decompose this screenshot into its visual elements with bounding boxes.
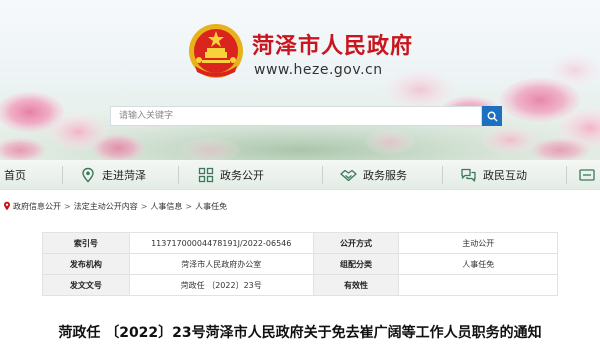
nav-item-gov-services[interactable]: 政务服务	[340, 160, 407, 190]
handshake-icon	[340, 169, 357, 182]
search-icon	[487, 111, 498, 122]
category-value: 人事任免	[398, 253, 558, 275]
main-nav: 首页 走进菏泽 政务公开 政务服务 政民互动	[0, 160, 600, 190]
breadcrumb-separator: >	[140, 201, 148, 211]
table-row: 发文文号 菏政任 〔2022〕23号 有效性	[42, 274, 558, 296]
nav-item-home[interactable]: 首页	[4, 160, 26, 190]
peony-background-image	[0, 54, 600, 160]
site-url: www.heze.gov.cn	[254, 62, 383, 78]
nav-divider	[178, 166, 179, 184]
site-title: 菏泽市人民政府	[252, 34, 414, 59]
grid-icon	[198, 167, 214, 183]
search-button[interactable]	[482, 106, 502, 126]
index-number-value: 11371700004478191J/2022-06546	[128, 232, 314, 254]
index-number-label: 索引号	[42, 232, 130, 254]
header-banner: 菏泽市人民政府 www.heze.gov.cn 请输入关键字	[0, 0, 600, 160]
nav-item-more[interactable]	[578, 160, 600, 190]
more-icon	[579, 169, 595, 181]
disclosure-method-value: 主动公开	[398, 232, 558, 254]
nav-item-citizen-interaction[interactable]: 政民互动	[460, 160, 527, 190]
document-title: 菏政任 〔2022〕23号菏泽市人民政府关于免去崔广阔等工作人员职务的通知	[58, 325, 542, 341]
validity-label: 有效性	[312, 274, 400, 296]
breadcrumb-item[interactable]: 政府信息公开	[13, 201, 61, 212]
breadcrumb-item[interactable]: 人事信息	[150, 201, 182, 212]
nav-divider	[566, 166, 567, 184]
category-label: 组配分类	[312, 253, 400, 275]
breadcrumb-item[interactable]: 法定主动公开内容	[74, 201, 138, 212]
breadcrumb: 政府信息公开 > 法定主动公开内容 > 人事信息 > 人事任免	[0, 198, 600, 214]
publisher-label: 发布机构	[42, 253, 130, 275]
document-info-table: 索引号 11371700004478191J/2022-06546 公开方式 主…	[42, 232, 558, 296]
table-row: 索引号 11371700004478191J/2022-06546 公开方式 主…	[42, 232, 558, 254]
breadcrumb-item[interactable]: 人事任免	[195, 201, 227, 212]
document-number-label: 发文文号	[42, 274, 130, 296]
disclosure-method-label: 公开方式	[312, 232, 400, 254]
breadcrumb-separator: >	[64, 201, 71, 211]
search-input[interactable]: 请输入关键字	[110, 106, 482, 126]
nav-item-about-heze[interactable]: 走进菏泽	[80, 160, 146, 190]
document-number-value: 菏政任 〔2022〕23号	[128, 274, 314, 296]
breadcrumb-separator: >	[185, 201, 193, 211]
chat-bubbles-icon	[461, 168, 476, 182]
nav-divider	[62, 166, 63, 184]
nav-divider	[322, 166, 323, 184]
table-row: 发布机构 菏泽市人民政府办公室 组配分类 人事任免	[42, 253, 558, 275]
national-emblem-logo	[189, 24, 243, 78]
location-pin-icon	[82, 167, 94, 183]
location-marker-icon	[4, 201, 10, 211]
validity-value	[398, 274, 558, 296]
nav-divider	[442, 166, 443, 184]
nav-item-gov-affairs-open[interactable]: 政务公开	[198, 160, 264, 190]
publisher-value: 菏泽市人民政府办公室	[128, 253, 314, 275]
